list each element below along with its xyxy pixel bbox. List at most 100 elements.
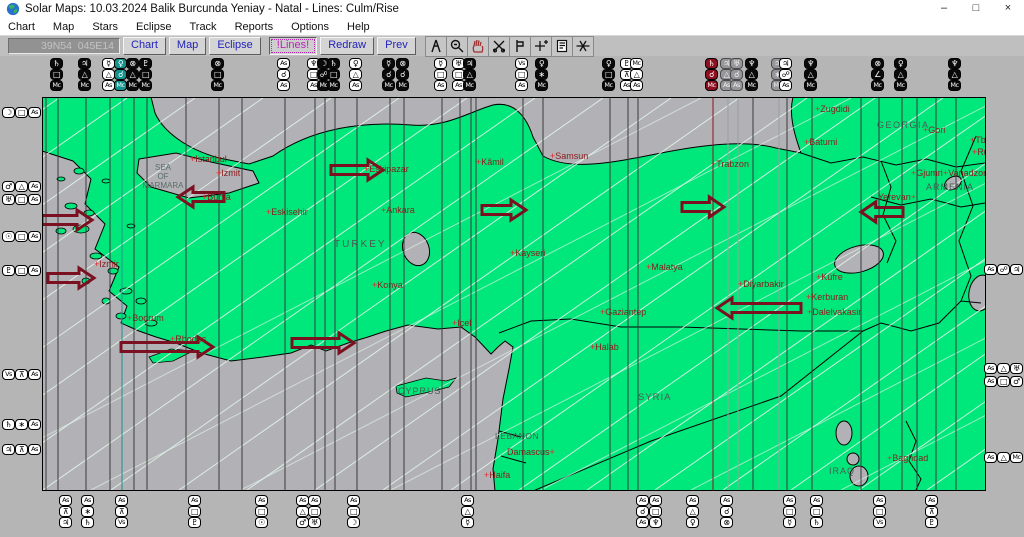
city-label: +Küfre [816,272,843,282]
astro-badge: □ [602,69,615,80]
astro-badge: ⊼ [15,369,28,380]
astro-badge: △ [463,69,476,80]
astro-badge: □ [15,194,28,205]
astro-badge: ♄ [2,419,15,430]
astro-badge: As [720,495,733,506]
astro-badge: ⊗ [211,58,224,69]
map-canvas[interactable]: +Istanbul +Izmit +Bursa +Eskisehir +Eskipaza… [0,96,1024,492]
astro-badge: ♆ [745,58,758,69]
astro-badge: △ [126,69,139,80]
city-label: +Ankara [381,205,415,215]
sea-label: SEA [155,163,172,172]
toolbar-button-map[interactable]: Map [168,37,207,55]
astro-badge: As [984,452,997,463]
astro-badge: As [984,376,997,387]
astro-badge: ☌ [396,69,409,80]
astro-badge: Mc [396,80,409,91]
maximize-button[interactable]: □ [960,0,992,18]
astro-badge: As [686,495,699,506]
astro-badge: As [255,495,268,506]
astro-badge: ☿ [461,517,474,528]
astro-badge: As [28,231,41,242]
astro-badge: □ [15,231,28,242]
menu-item-chart[interactable]: Chart [0,21,44,33]
toolbar-button-prev[interactable]: Prev [377,37,416,55]
astro-badge: ♃ [78,58,91,69]
pan-hand-icon[interactable] [466,35,489,57]
menu-item-eclipse[interactable]: Eclipse [127,21,180,33]
flag-icon[interactable] [508,35,531,57]
astro-badge: As [873,495,886,506]
astro-badge: As [515,80,528,91]
city-label: +Trabzon [711,159,749,169]
city-label: +Zugdidi [815,104,850,114]
close-button[interactable]: × [992,0,1024,18]
astro-badge: As [59,495,72,506]
astro-badge: ♇ [139,58,152,69]
crosshair-icon[interactable] [529,35,552,57]
city-label: +Tbilisi [970,135,985,145]
astro-badge: ♅ [2,194,15,205]
divider-icon[interactable] [424,35,447,57]
titlebar: Solar Maps: 10.03.2024 Balik Burcunda Ye… [0,0,1024,18]
astro-badge: Mc [894,80,907,91]
astro-badge: Mc [705,80,718,91]
astro-badge: As [277,80,290,91]
lake-tharthar [835,420,853,446]
minimize-button[interactable]: – [928,0,960,18]
astro-badge: □ [211,69,224,80]
astro-badge: As [277,58,290,69]
astro-badge: □ [50,69,63,80]
astro-badge: ♄ [810,517,823,528]
toolbar-button-eclipse[interactable]: Eclipse [209,37,261,55]
astro-badge: △ [948,69,961,80]
region-label: ARMENIA [926,182,974,192]
astro-badge: As [434,80,447,91]
star-icon[interactable] [571,35,594,57]
menu-item-help[interactable]: Help [338,21,379,33]
astro-badge: ☌ [382,69,395,80]
city-label: +Konya [372,280,403,290]
astro-badge: △ [997,452,1010,463]
astro-badge: △ [804,69,817,80]
astro-badge: △ [745,69,758,80]
menu-item-reports[interactable]: Reports [226,21,283,33]
astro-badge: As [461,495,474,506]
astro-badge: □ [783,506,796,517]
astro-badge: Mc [211,80,224,91]
astro-badge: □ [308,506,321,517]
astro-badge: Mc [948,80,961,91]
city-label: +Dalelvakasir [807,307,861,317]
toolbar-button-chart[interactable]: Chart [123,37,166,55]
astro-badge: Mc [78,80,91,91]
toolbar-button-redraw[interactable]: Redraw [320,37,375,55]
astro-badge: ☌ [720,506,733,517]
city-label: +Malatya [646,262,683,272]
region-label: CYPRUS [398,386,442,396]
turkey-map[interactable]: +Istanbul +Izmit +Bursa +Eskisehir +Eskipaza… [0,96,1024,492]
city-label: +Bodrum [127,313,164,323]
zoom-icon[interactable] [445,35,468,57]
astro-badge: As [115,495,128,506]
astro-badge: ♄ [81,517,94,528]
menu-item-stars[interactable]: Stars [83,21,127,33]
astro-badge: △ [78,69,91,80]
city-label: Damascus+ [507,447,555,457]
menu-item-track[interactable]: Track [180,21,225,33]
menubar: Chart Map Stars Eclipse Track Reports Options H… [0,18,1024,36]
menu-item-options[interactable]: Options [282,21,338,33]
astro-badge: ☽ [2,107,15,118]
astro-badge: ☿ [783,517,796,528]
astro-badge: Mc [745,80,758,91]
city-label: +Baghdad [887,453,928,463]
astro-badge: □ [255,506,268,517]
astro-badge: Mc [50,80,63,91]
astro-badge: △ [686,506,699,517]
scissors-icon[interactable] [487,35,510,57]
astro-badge: As [730,80,743,91]
report-icon[interactable] [550,35,573,57]
menu-item-map[interactable]: Map [44,21,83,33]
city-label: +Izmir [94,259,119,269]
astro-badge: □ [434,69,447,80]
toolbar-button-lines[interactable]: !Lines! [268,37,318,55]
